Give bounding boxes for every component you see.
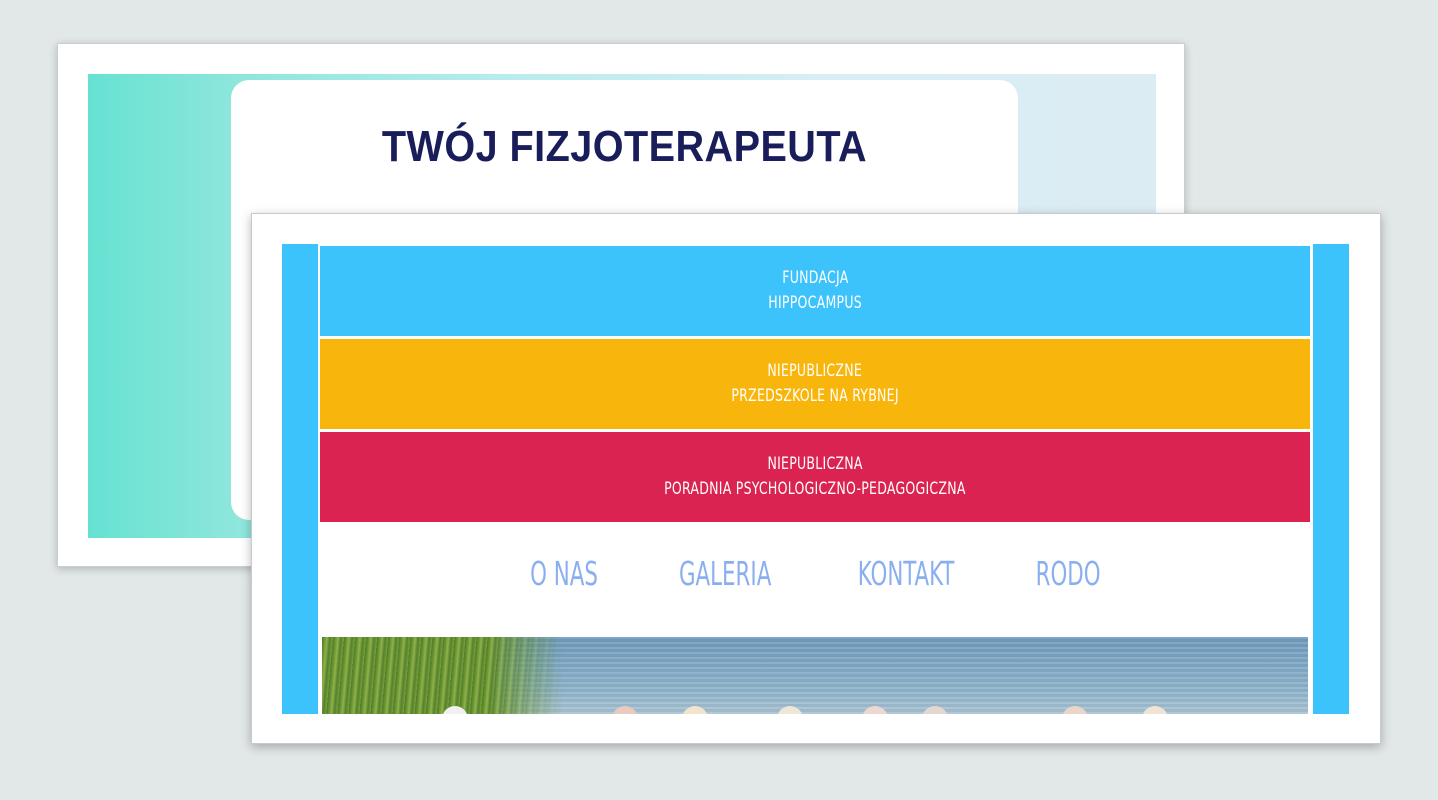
swimmer-head — [682, 706, 708, 714]
right-accent-stripe — [1313, 244, 1349, 714]
swimmer-head — [442, 706, 468, 714]
band-line: NIEPUBLICZNA — [767, 454, 863, 474]
main-nav: O NAS GALERIA KONTAKT RODO — [320, 554, 1310, 593]
swimmer-head — [777, 706, 803, 714]
lake-photo — [322, 637, 1308, 714]
front-site-preview-card[interactable]: FUNDACJA HIPPOCAMPUS NIEPUBLICZNE PRZEDS… — [251, 213, 1381, 744]
swimmer-head — [612, 706, 638, 714]
swimmer-head — [1142, 706, 1168, 714]
swimmers — [322, 700, 1308, 714]
band-line: PRZEDSZKOLE NA RYBNEJ — [731, 386, 899, 406]
band-line: NIEPUBLICZNE — [767, 361, 863, 381]
band-fundacja-hippocampus[interactable]: FUNDACJA HIPPOCAMPUS — [320, 246, 1310, 336]
nav-item-galeria[interactable]: GALERIA — [679, 554, 771, 593]
nav-item-kontakt[interactable]: KONTAKT — [858, 554, 955, 593]
site-title: TWÓJ FIZJOTERAPEUTA — [381, 122, 868, 171]
nav-item-rodo[interactable]: RODO — [1036, 554, 1101, 593]
swimmer-head — [862, 706, 888, 714]
swimmer-head — [922, 706, 948, 714]
band-poradnia[interactable]: NIEPUBLICZNA PORADNIA PSYCHOLOGICZNO-PED… — [320, 432, 1310, 522]
band-przedszkole[interactable]: NIEPUBLICZNE PRZEDSZKOLE NA RYBNEJ — [320, 339, 1310, 429]
left-accent-stripe — [282, 244, 318, 714]
band-line: HIPPOCAMPUS — [768, 293, 862, 313]
band-line: FUNDACJA — [781, 268, 849, 288]
band-line: PORADNIA PSYCHOLOGICZNO-PEDAGOGICZNA — [664, 479, 966, 499]
swimmer-head — [1062, 706, 1088, 714]
nav-item-o-nas[interactable]: O NAS — [530, 554, 598, 593]
